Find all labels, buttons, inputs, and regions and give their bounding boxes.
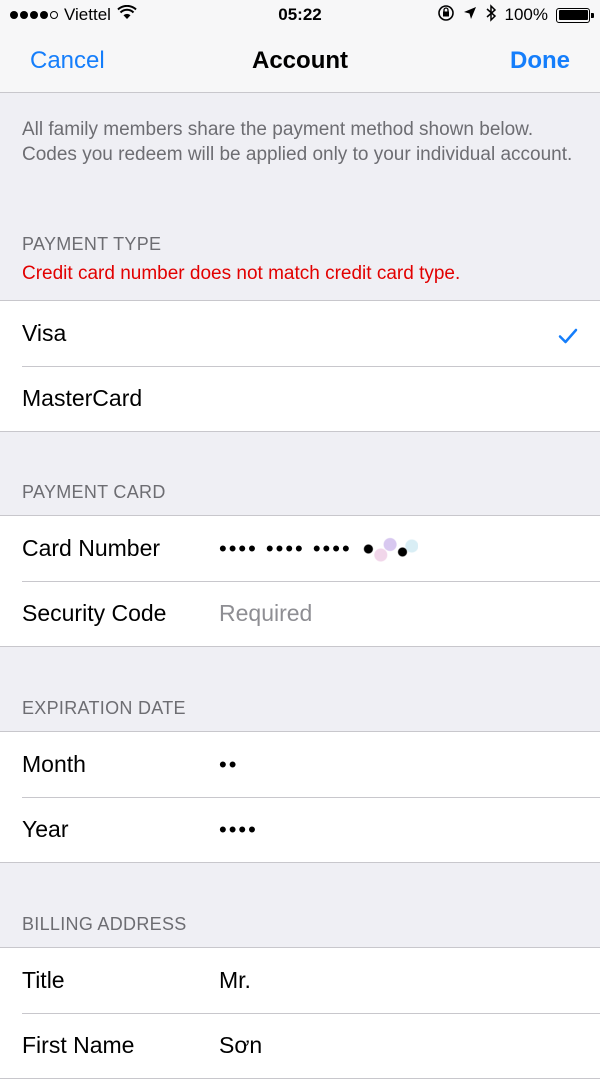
card-number-field[interactable]: •••• •••• •••• (219, 536, 352, 562)
bluetooth-icon (485, 3, 497, 27)
billing-group: Title Mr. First Name Sơn (0, 947, 600, 1079)
year-row[interactable]: Year •••• (0, 797, 600, 862)
payment-card-group: Card Number •••• •••• •••• Security Code… (0, 515, 600, 647)
month-field[interactable]: •• (219, 752, 238, 778)
redacted-digits (355, 533, 418, 564)
status-bar: Viettel 05:22 100% (0, 0, 600, 30)
payment-card-header: PAYMENT CARD (22, 482, 166, 502)
payment-card-header-block: PAYMENT CARD (0, 432, 600, 515)
security-code-row[interactable]: Security Code Required (0, 581, 600, 646)
month-row[interactable]: Month •• (0, 732, 600, 797)
expiration-header-block: EXPIRATION DATE (0, 647, 600, 731)
wifi-icon (117, 4, 137, 25)
year-field[interactable]: •••• (219, 817, 258, 843)
done-button[interactable]: Done (510, 47, 570, 75)
payment-option-visa[interactable]: Visa (0, 301, 600, 366)
month-label: Month (22, 751, 86, 777)
first-name-row[interactable]: First Name Sơn (0, 1013, 600, 1078)
card-number-row[interactable]: Card Number •••• •••• •••• (0, 516, 600, 581)
expiration-group: Month •• Year •••• (0, 731, 600, 863)
signal-icon (10, 11, 58, 19)
year-label: Year (22, 816, 69, 842)
card-number-label: Card Number (22, 535, 161, 561)
payment-option-mastercard[interactable]: MasterCard (0, 366, 600, 431)
family-sharing-info: All family members share the payment met… (22, 119, 573, 165)
card-type-error: Credit card number does not match credit… (22, 263, 461, 284)
checkmark-icon (558, 323, 578, 350)
expiration-date-header: EXPIRATION DATE (22, 698, 186, 718)
security-code-label: Security Code (22, 600, 167, 626)
cancel-button[interactable]: Cancel (30, 47, 105, 75)
billing-address-header: BILLING ADDRESS (22, 914, 187, 934)
first-name-label: First Name (22, 1032, 135, 1058)
first-name-field[interactable]: Sơn (219, 1032, 262, 1059)
payment-option-label: MasterCard (22, 385, 143, 411)
security-code-field[interactable]: Required (219, 600, 312, 627)
navigation-bar: Cancel Account Done (0, 30, 600, 93)
billing-header-block: BILLING ADDRESS (0, 863, 600, 947)
carrier-name: Viettel (64, 5, 111, 24)
payment-type-header: PAYMENT TYPE (22, 234, 162, 254)
title-label: Title (22, 967, 65, 993)
battery-percent: 100% (504, 5, 548, 24)
title-row[interactable]: Title Mr. (0, 948, 600, 1013)
orientation-lock-icon (437, 4, 455, 27)
status-bar-right: 100% (437, 3, 594, 27)
battery-icon (556, 7, 594, 23)
payment-option-label: Visa (22, 320, 67, 346)
payment-type-group: Visa MasterCard (0, 300, 600, 432)
account-form: All family members share the payment met… (0, 94, 600, 1079)
location-icon (463, 5, 477, 25)
status-bar-left: Viettel (10, 4, 437, 25)
title-field[interactable]: Mr. (219, 967, 251, 994)
